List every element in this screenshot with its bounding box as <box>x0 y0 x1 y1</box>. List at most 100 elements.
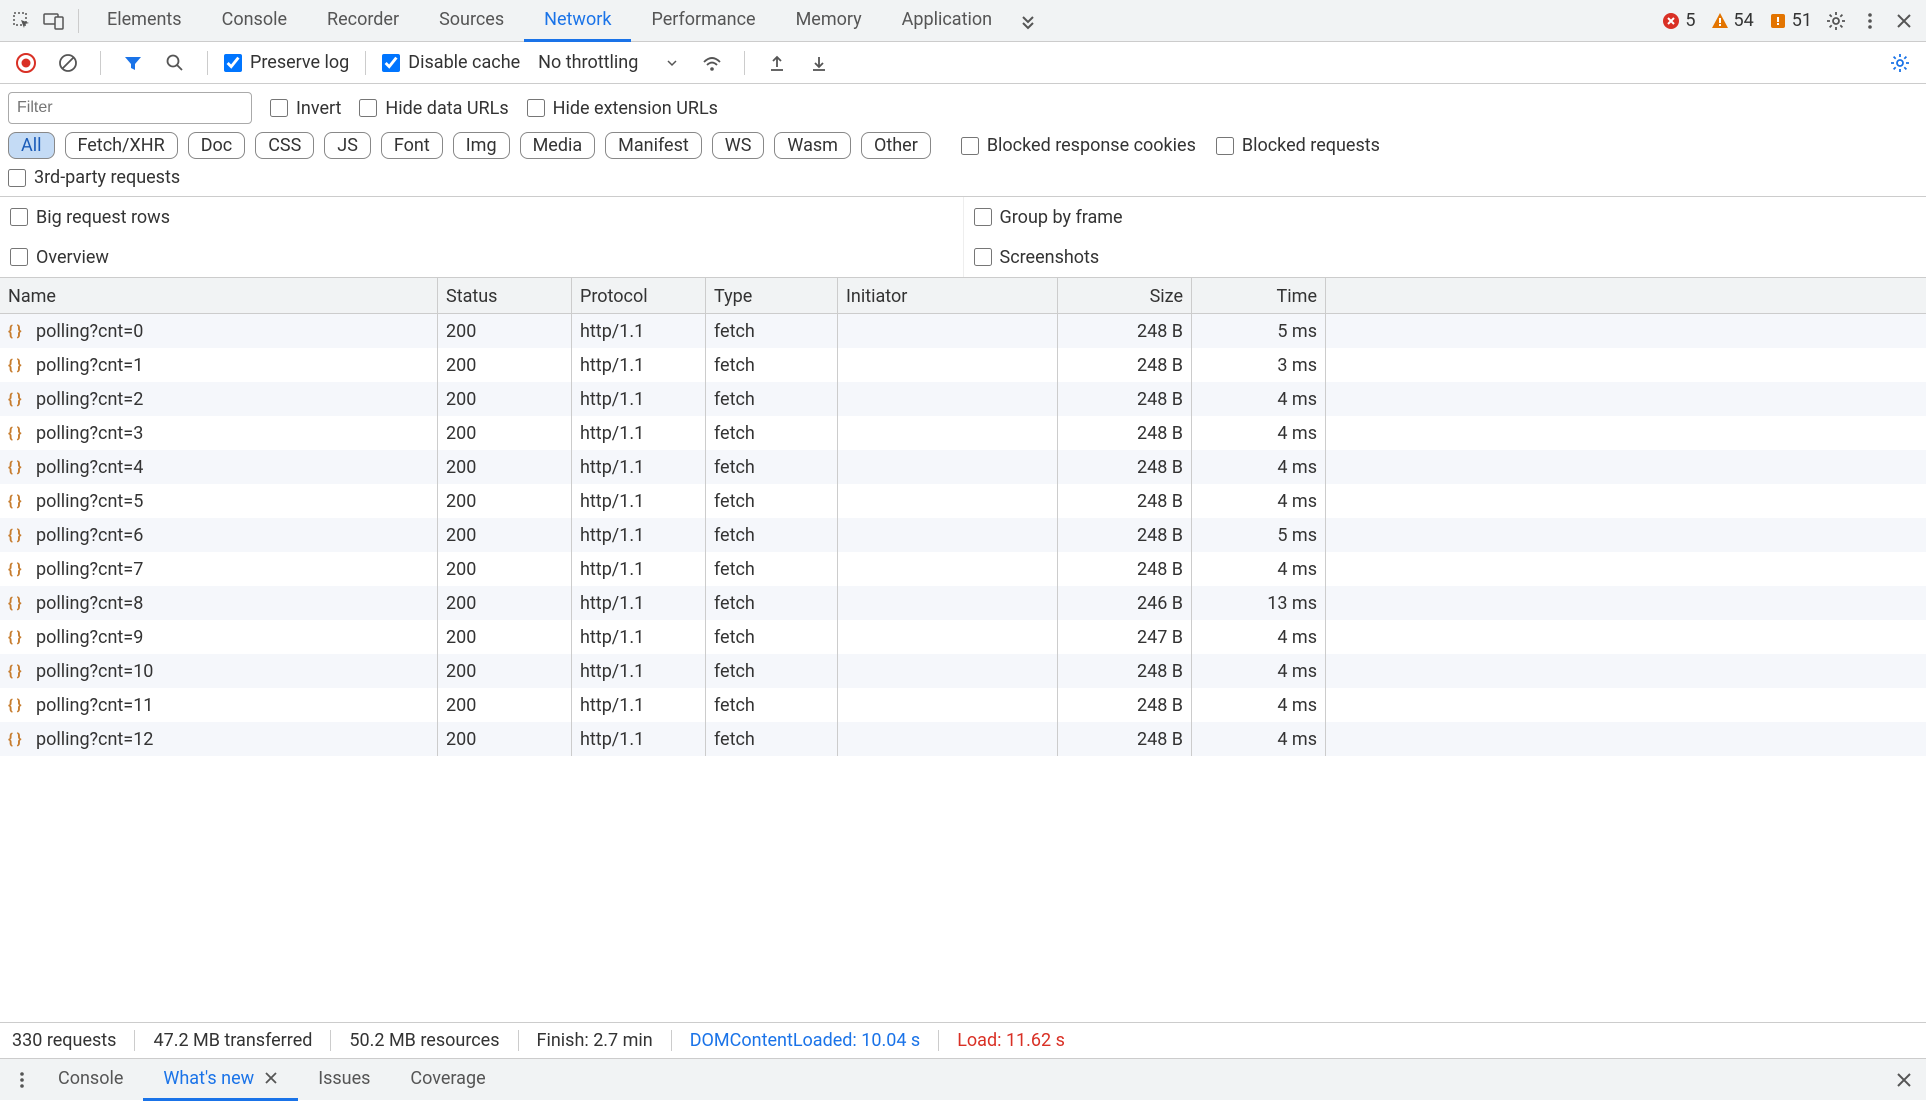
type-filter-manifest[interactable]: Manifest <box>605 132 702 159</box>
clear-button[interactable] <box>52 47 84 79</box>
issues-badge[interactable]: 51 <box>1762 10 1818 31</box>
type-filter-wasm[interactable]: Wasm <box>774 132 851 159</box>
col-header-size[interactable]: Size <box>1058 278 1192 314</box>
blocked-requests-checkbox[interactable]: Blocked requests <box>1216 135 1380 156</box>
type-filter-css[interactable]: CSS <box>255 132 314 159</box>
tab-sources[interactable]: Sources <box>419 0 524 42</box>
group-by-frame-checkbox[interactable]: Group by frame <box>974 207 1123 228</box>
invert-checkbox[interactable]: Invert <box>270 98 341 119</box>
col-header-protocol[interactable]: Protocol <box>572 278 706 314</box>
table-row[interactable]: { }polling?cnt=5200http/1.1fetch248 B4 m… <box>0 484 1926 518</box>
tab-network[interactable]: Network <box>524 0 631 42</box>
tab-memory[interactable]: Memory <box>776 0 882 42</box>
status-footer: 330 requests 47.2 MB transferred 50.2 MB… <box>0 1022 1926 1058</box>
record-button[interactable] <box>10 47 42 79</box>
big-request-rows-checkbox[interactable]: Big request rows <box>10 207 170 228</box>
type-filter-img[interactable]: Img <box>453 132 510 159</box>
type-filter-doc[interactable]: Doc <box>188 132 246 159</box>
close-tab-icon[interactable] <box>264 1071 278 1085</box>
network-settings-icon[interactable] <box>1884 47 1916 79</box>
third-party-checkbox[interactable]: 3rd-party requests <box>8 167 180 188</box>
type-filter-js[interactable]: JS <box>324 132 371 159</box>
invert-label: Invert <box>296 98 341 119</box>
warnings-badge[interactable]: 54 <box>1704 10 1760 31</box>
type-filter-ws[interactable]: WS <box>712 132 765 159</box>
request-name: polling?cnt=6 <box>36 525 143 546</box>
col-header-type[interactable]: Type <box>706 278 838 314</box>
table-row[interactable]: { }polling?cnt=6200http/1.1fetch248 B5 m… <box>0 518 1926 552</box>
tab-performance[interactable]: Performance <box>631 0 775 42</box>
drawer-tab-issues[interactable]: Issues <box>298 1059 390 1101</box>
device-toolbar-icon[interactable] <box>38 5 70 37</box>
table-row[interactable]: { }polling?cnt=10200http/1.1fetch248 B4 … <box>0 654 1926 688</box>
request-protocol: http/1.1 <box>572 450 706 484</box>
table-row[interactable]: { }polling?cnt=4200http/1.1fetch248 B4 m… <box>0 450 1926 484</box>
table-row[interactable]: { }polling?cnt=12200http/1.1fetch248 B4 … <box>0 722 1926 756</box>
request-status: 200 <box>438 552 572 586</box>
throttling-select[interactable]: No throttling <box>530 52 686 73</box>
table-row[interactable]: { }polling?cnt=1200http/1.1fetch248 B3 m… <box>0 348 1926 382</box>
hide-data-urls-checkbox[interactable]: Hide data URLs <box>359 98 508 119</box>
type-filter-media[interactable]: Media <box>520 132 596 159</box>
request-type: fetch <box>706 688 838 722</box>
upload-har-icon[interactable] <box>761 47 793 79</box>
tab-application[interactable]: Application <box>882 0 1012 42</box>
tab-elements[interactable]: Elements <box>87 0 202 42</box>
table-row[interactable]: { }polling?cnt=11200http/1.1fetch248 B4 … <box>0 688 1926 722</box>
request-size: 248 B <box>1058 688 1192 722</box>
col-header-initiator[interactable]: Initiator <box>838 278 1058 314</box>
overview-checkbox[interactable]: Overview <box>10 247 109 268</box>
table-row[interactable]: { }polling?cnt=3200http/1.1fetch248 B4 m… <box>0 416 1926 450</box>
request-protocol: http/1.1 <box>572 416 706 450</box>
col-header-time[interactable]: Time <box>1192 278 1326 314</box>
filter-icon[interactable] <box>117 47 149 79</box>
blocked-response-cookies-checkbox[interactable]: Blocked response cookies <box>961 135 1196 156</box>
hide-extension-urls-checkbox[interactable]: Hide extension URLs <box>527 98 718 119</box>
table-header: Name Status Protocol Type Initiator Size… <box>0 278 1926 314</box>
drawer-tab-console[interactable]: Console <box>38 1059 143 1101</box>
request-waterfall <box>1326 586 1926 620</box>
type-filter-font[interactable]: Font <box>381 132 443 159</box>
drawer-tab-whatsnew[interactable]: What's new <box>143 1059 298 1101</box>
throttling-value: No throttling <box>538 52 638 73</box>
close-devtools-icon[interactable] <box>1888 5 1920 37</box>
tab-recorder[interactable]: Recorder <box>307 0 419 42</box>
screenshots-checkbox[interactable]: Screenshots <box>974 247 1100 268</box>
download-har-icon[interactable] <box>803 47 835 79</box>
close-drawer-icon[interactable] <box>1888 1064 1920 1096</box>
request-type: fetch <box>706 722 838 756</box>
disable-cache-checkbox[interactable]: Disable cache <box>382 52 520 73</box>
type-filter-other[interactable]: Other <box>861 132 931 159</box>
settings-icon[interactable] <box>1820 5 1852 37</box>
type-filter-all[interactable]: All <box>8 132 55 159</box>
table-row[interactable]: { }polling?cnt=8200http/1.1fetch246 B13 … <box>0 586 1926 620</box>
request-size: 248 B <box>1058 654 1192 688</box>
col-header-waterfall[interactable] <box>1326 278 1926 314</box>
col-header-name[interactable]: Name <box>0 278 438 314</box>
request-waterfall <box>1326 450 1926 484</box>
request-status: 200 <box>438 450 572 484</box>
drawer-menu-icon[interactable] <box>6 1064 38 1096</box>
drawer-tab-coverage[interactable]: Coverage <box>390 1059 505 1101</box>
errors-badge[interactable]: 5 <box>1655 10 1701 31</box>
table-row[interactable]: { }polling?cnt=2200http/1.1fetch248 B4 m… <box>0 382 1926 416</box>
table-row[interactable]: { }polling?cnt=0200http/1.1fetch248 B5 m… <box>0 314 1926 348</box>
tab-console[interactable]: Console <box>202 0 307 42</box>
inspect-element-icon[interactable] <box>6 5 38 37</box>
request-type: fetch <box>706 620 838 654</box>
table-row[interactable]: { }polling?cnt=9200http/1.1fetch247 B4 m… <box>0 620 1926 654</box>
table-row[interactable]: { }polling?cnt=7200http/1.1fetch248 B4 m… <box>0 552 1926 586</box>
filter-input[interactable] <box>8 92 252 124</box>
request-time: 5 ms <box>1192 314 1326 348</box>
type-filter-fetch-xhr[interactable]: Fetch/XHR <box>65 132 178 159</box>
request-size: 248 B <box>1058 722 1192 756</box>
more-tabs-icon[interactable] <box>1012 5 1044 37</box>
col-header-status[interactable]: Status <box>438 278 572 314</box>
search-icon[interactable] <box>159 47 191 79</box>
request-size: 246 B <box>1058 586 1192 620</box>
kebab-menu-icon[interactable] <box>1854 5 1886 37</box>
request-name: polling?cnt=0 <box>36 321 143 342</box>
network-conditions-icon[interactable] <box>696 47 728 79</box>
preserve-log-checkbox[interactable]: Preserve log <box>224 52 349 73</box>
request-protocol: http/1.1 <box>572 586 706 620</box>
